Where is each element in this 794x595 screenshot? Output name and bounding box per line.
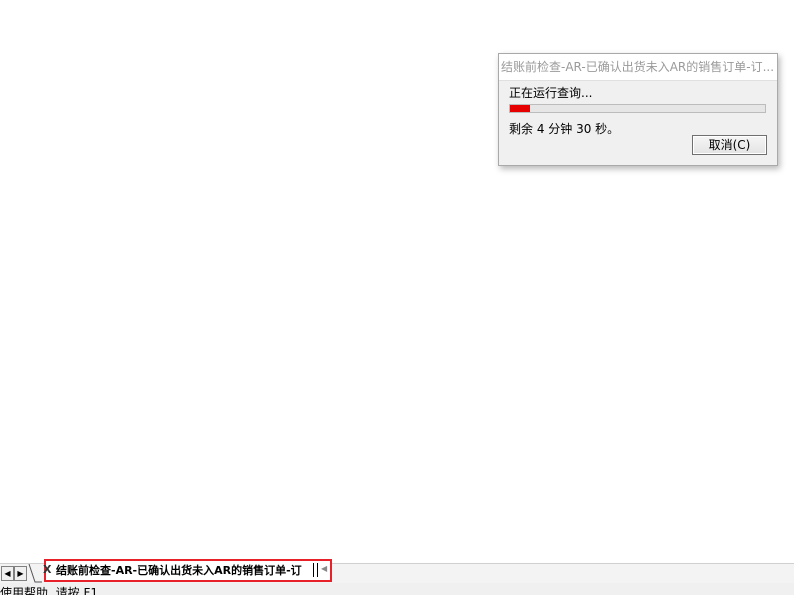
triangle-right-icon[interactable]: ▶ bbox=[14, 566, 27, 581]
scroll-left-icon[interactable]: ◀ bbox=[321, 564, 327, 573]
query-status-text: 正在运行查询... bbox=[509, 86, 593, 100]
progress-bar-fill bbox=[510, 105, 531, 112]
tab-divider bbox=[28, 564, 42, 583]
dialog-title: 结账前检查-AR-已确认出货未入AR的销售订单-订... bbox=[499, 54, 777, 81]
time-remaining-text: 剩余 4 分钟 30 秒。 bbox=[509, 122, 620, 136]
tab-close-mark: X bbox=[43, 563, 52, 576]
progress-bar bbox=[509, 104, 766, 113]
tab-split-handle[interactable] bbox=[313, 563, 318, 577]
sheet-tab-bar: ◀ ▶ X 结账前检查-AR-已确认出货未入AR的销售订单-订 ◀ bbox=[0, 559, 794, 583]
progress-dialog: 结账前检查-AR-已确认出货未入AR的销售订单-订... 正在运行查询... 剩… bbox=[498, 53, 778, 166]
active-sheet-tab[interactable]: X 结账前检查-AR-已确认出货未入AR的销售订单-订 ◀ bbox=[43, 559, 332, 582]
status-help-text: 使用帮助, 请按 F1 bbox=[0, 586, 98, 595]
triangle-left-icon[interactable]: ◀ bbox=[1, 566, 14, 581]
active-sheet-tab-label: 结账前检查-AR-已确认出货未入AR的销售订单-订 bbox=[56, 564, 302, 577]
cancel-button[interactable]: 取消(C) bbox=[692, 135, 767, 155]
status-bar: 使用帮助, 请按 F1 bbox=[0, 583, 794, 595]
